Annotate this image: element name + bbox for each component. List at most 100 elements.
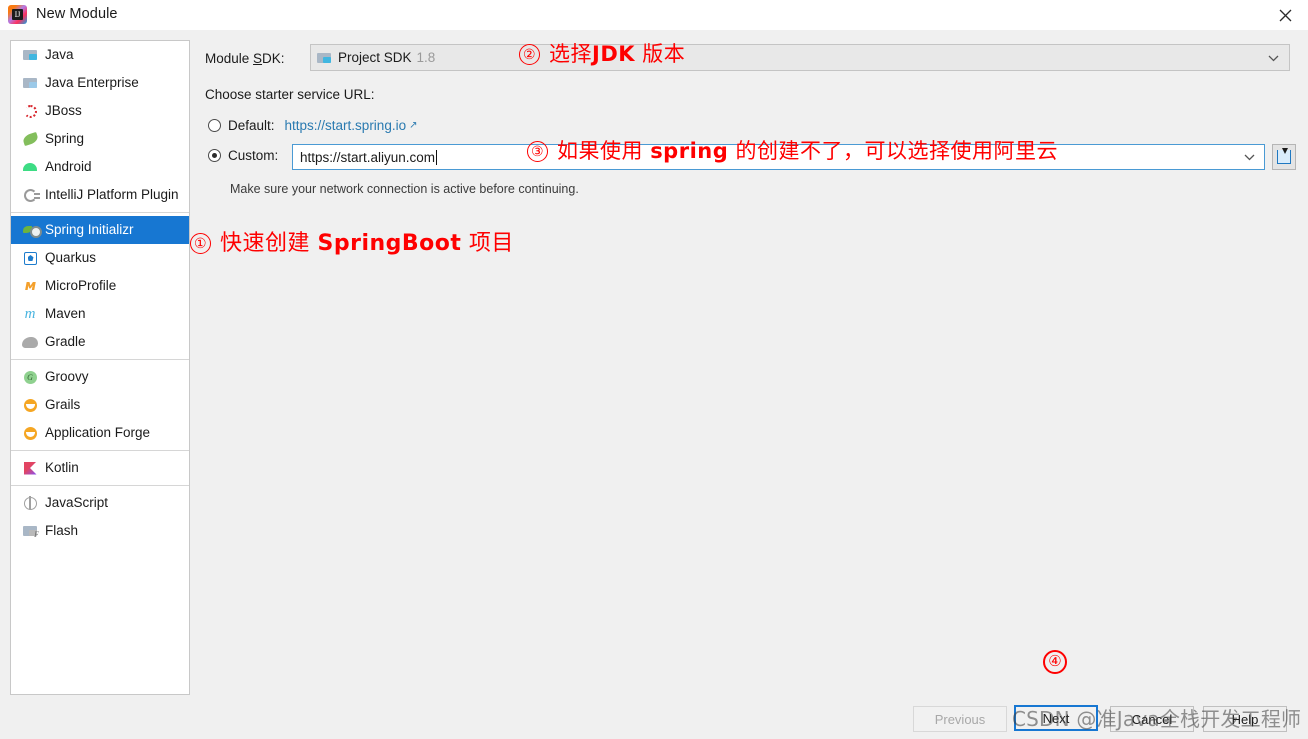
custom-url-row[interactable]: Custom: — [208, 148, 278, 163]
close-icon[interactable] — [1262, 0, 1308, 30]
sidebar-item-label: Spring Initializr — [45, 222, 134, 238]
annotation-text-bold: SpringBoot — [317, 231, 462, 256]
choose-starter-url-label: Choose starter service URL: — [205, 87, 375, 102]
annotation-text-post: 版本 — [635, 42, 686, 66]
annotation-text-bold: spring — [650, 139, 729, 163]
sidebar-item-flash[interactable]: F Flash — [11, 517, 189, 545]
sidebar-item-groovy[interactable]: G Groovy — [11, 363, 189, 391]
window-title: New Module — [36, 6, 118, 22]
annotation-text-bold: JDK — [592, 42, 636, 66]
annotation-text-pre: 如果使用 — [557, 139, 651, 163]
java-enterprise-icon — [21, 75, 39, 91]
annotation-marker: ② — [519, 44, 540, 65]
sidebar-item-microprofile[interactable]: ᴍ MicroProfile — [11, 272, 189, 300]
chevron-down-icon — [1268, 49, 1279, 67]
sidebar-item-intellij-platform-plugin[interactable]: IntelliJ Platform Plugin — [11, 181, 189, 209]
custom-radio-label: Custom: — [228, 148, 279, 163]
spring-initializr-icon — [21, 222, 42, 238]
sidebar-item-label: Maven — [45, 306, 86, 322]
module-sdk-version: 1.8 — [416, 50, 436, 65]
annotation-marker: ① — [190, 233, 211, 254]
custom-radio[interactable] — [208, 149, 221, 162]
sidebar-item-label: IntelliJ Platform Plugin — [45, 187, 179, 203]
list-divider — [11, 359, 189, 360]
jboss-icon — [21, 103, 39, 119]
sdk-folder-icon — [317, 52, 332, 64]
sidebar-item-javascript[interactable]: JavaScript — [11, 489, 189, 517]
kotlin-icon — [21, 460, 39, 476]
import-settings-icon-button[interactable] — [1272, 144, 1296, 170]
sidebar-item-label: MicroProfile — [45, 278, 117, 294]
sidebar-item-label: Kotlin — [45, 460, 79, 476]
sidebar-item-quarkus[interactable]: Quarkus — [11, 244, 189, 272]
sidebar-item-application-forge[interactable]: Application Forge — [11, 419, 189, 447]
module-sdk-value: Project SDK — [338, 50, 412, 65]
annotation-marker: ③ — [527, 141, 548, 162]
flash-icon: F — [21, 523, 39, 539]
sidebar-item-label: Java — [45, 47, 74, 63]
module-type-list[interactable]: Java Java Enterprise JBoss Spring Androi… — [10, 40, 190, 695]
annotation-text-post: 的创建不了，可以选择使用阿里云 — [728, 139, 1058, 163]
sidebar-item-kotlin[interactable]: Kotlin — [11, 454, 189, 482]
sidebar-item-maven[interactable]: m Maven — [11, 300, 189, 328]
plugin-icon — [21, 187, 40, 203]
list-divider — [11, 485, 189, 486]
sidebar-item-java[interactable]: Java — [11, 41, 189, 69]
annotation-3: ③ 如果使用 spring 的创建不了，可以选择使用阿里云 — [527, 135, 1058, 165]
sidebar-item-label: Java Enterprise — [45, 75, 139, 91]
sidebar-item-label: Application Forge — [45, 425, 151, 441]
default-url-row[interactable]: Default: https://start.spring.io ↗ — [208, 118, 417, 133]
default-url-link[interactable]: https://start.spring.io ↗ — [285, 118, 418, 133]
next-button[interactable]: Next — [1014, 705, 1098, 731]
sidebar-item-android[interactable]: Android — [11, 153, 189, 181]
new-module-dialog: IJ New Module Java Java Enterprise JBoss… — [0, 0, 1308, 739]
import-settings-icon — [1277, 148, 1291, 164]
application-forge-icon — [21, 425, 39, 441]
help-button[interactable]: Help — [1203, 706, 1287, 732]
list-divider — [11, 450, 189, 451]
grails-icon — [21, 397, 39, 413]
chevron-down-icon[interactable] — [1244, 148, 1255, 166]
sidebar-item-jboss[interactable]: JBoss — [11, 97, 189, 125]
title-bar: IJ New Module — [0, 0, 1308, 30]
sidebar-item-label: Quarkus — [45, 250, 97, 266]
sidebar-item-label: Gradle — [45, 334, 86, 350]
sidebar-item-label: JavaScript — [45, 495, 109, 511]
intellij-idea-logo-icon: IJ — [8, 5, 27, 24]
sidebar-item-java-enterprise[interactable]: Java Enterprise — [11, 69, 189, 97]
network-hint-text: Make sure your network connection is act… — [230, 182, 579, 196]
javascript-icon — [21, 495, 39, 511]
annotation-text-pre: 选择 — [549, 42, 592, 66]
maven-icon: m — [24, 305, 36, 322]
external-link-icon: ↗ — [409, 120, 418, 131]
list-divider — [11, 212, 189, 213]
gradle-elephant-icon — [21, 334, 39, 350]
spring-leaf-icon — [21, 131, 39, 147]
sidebar-item-label: Grails — [45, 397, 81, 413]
sidebar-item-spring[interactable]: Spring — [11, 125, 189, 153]
cancel-button[interactable]: Cancel — [1110, 706, 1194, 732]
default-radio[interactable] — [208, 119, 221, 132]
annotation-text-pre: 快速创建 — [220, 231, 318, 256]
java-folder-icon — [21, 47, 39, 63]
default-radio-label: Default: — [228, 118, 275, 133]
sidebar-item-label: Groovy — [45, 369, 89, 385]
sidebar-item-spring-initializr[interactable]: Spring Initializr — [11, 216, 189, 244]
quarkus-icon — [21, 250, 39, 266]
sidebar-item-gradle[interactable]: Gradle — [11, 328, 189, 356]
annotation-text-post: 项目 — [461, 231, 514, 256]
text-caret — [436, 149, 438, 165]
sidebar-item-label: Android — [45, 159, 92, 175]
groovy-icon: G — [21, 369, 39, 385]
module-sdk-label: Module SDK: — [205, 51, 285, 66]
android-icon — [21, 159, 39, 175]
module-sdk-dropdown[interactable]: Project SDK 1.8 — [310, 44, 1290, 71]
previous-button[interactable]: Previous — [913, 706, 1007, 732]
annotation-1: ① 快速创建 SpringBoot 项目 — [190, 225, 514, 257]
sidebar-item-grails[interactable]: Grails — [11, 391, 189, 419]
annotation-2: ② 选择JDK 版本 — [519, 38, 685, 68]
default-url-text: https://start.spring.io — [284, 118, 407, 133]
sidebar-item-label: JBoss — [45, 103, 82, 119]
annotation-4-marker: ④ — [1043, 650, 1067, 674]
custom-url-value: https://start.aliyun.com — [300, 149, 436, 165]
